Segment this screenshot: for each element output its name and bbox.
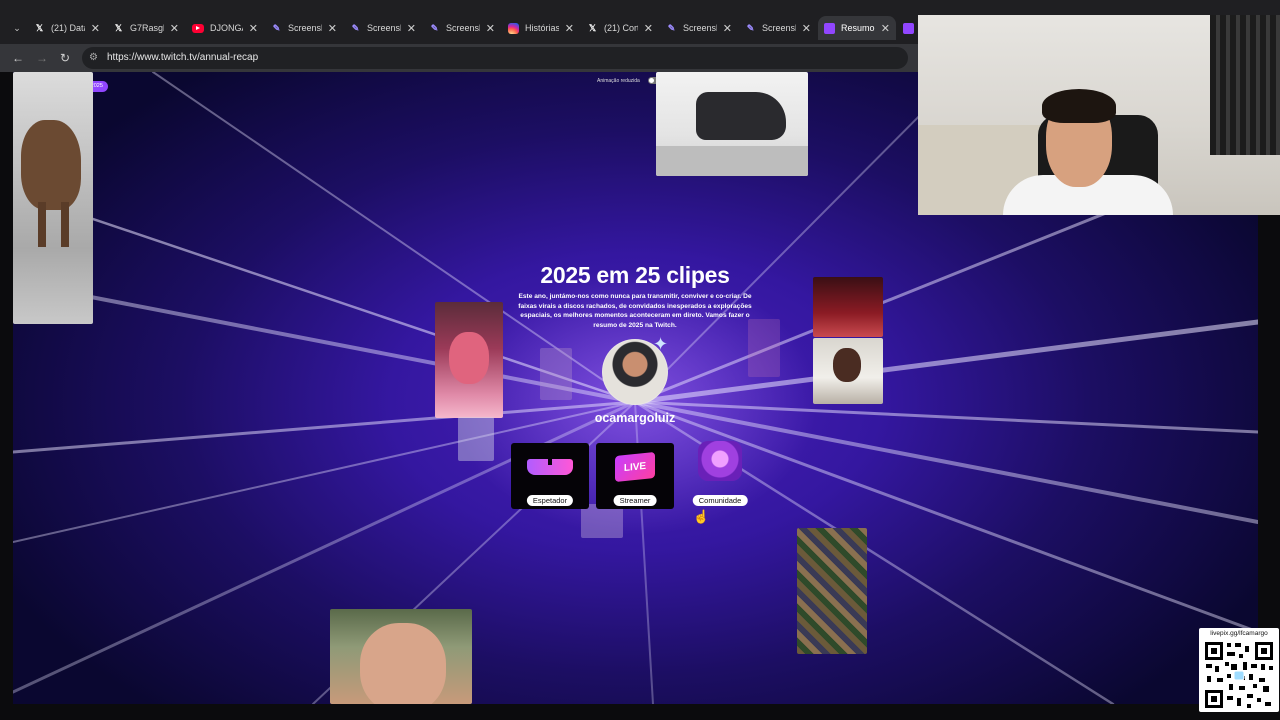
screen: ⌄ 𝕏 (21) Data ✕ 𝕏 G7Rasgh ✕ DJONGA ✕ ✎ S… <box>0 0 1280 720</box>
card-label: Comunidade <box>692 495 748 506</box>
reload-icon[interactable]: ↻ <box>57 50 73 66</box>
card-streamer[interactable]: LIVE Streamer <box>596 443 674 509</box>
feather-icon: ✎ <box>746 22 755 33</box>
curtain <box>1210 15 1280 155</box>
qr-code-icon <box>1203 640 1275 710</box>
twitch-icon <box>824 22 835 34</box>
tab-2[interactable]: 𝕏 G7Rasgh ✕ <box>107 16 185 40</box>
card-label: Streamer <box>613 495 657 506</box>
reduced-animation-toggle[interactable]: Animação reduzida <box>597 77 661 84</box>
feather-icon: ✎ <box>272 22 281 33</box>
card-comunidade[interactable]: Comunidade <box>681 441 759 509</box>
hand-cursor-icon: ☝ <box>693 509 710 524</box>
clip-thumbnail-faded[interactable] <box>581 504 623 538</box>
close-tab-icon[interactable]: ✕ <box>486 22 495 35</box>
clip-thumbnail-red-room[interactable] <box>813 277 883 337</box>
streamer-face <box>833 348 861 382</box>
close-tab-icon[interactable]: ✕ <box>170 22 179 35</box>
clip-thumbnail-crowd[interactable] <box>797 528 867 654</box>
tab-title: Resumo <box>841 23 875 33</box>
username: ocamargoluiz <box>594 411 676 425</box>
tab-title: DJONGA <box>210 23 243 33</box>
streamer-hair <box>1042 89 1116 123</box>
tab-title: Screensh <box>288 23 322 33</box>
tab-title: Histórias <box>525 23 559 33</box>
x-logo-icon: 𝕏 <box>35 22 44 33</box>
bison-leg <box>61 202 69 247</box>
tab-title: Screensh <box>683 23 717 33</box>
tab-title: Screensh <box>762 23 796 33</box>
youtube-icon <box>192 23 204 33</box>
shoe-figure <box>696 92 786 140</box>
back-arrow-icon[interactable]: ← <box>10 50 26 66</box>
qr-label: livepix.gg/lfcamargo <box>1210 630 1268 637</box>
tab-9[interactable]: ✎ Screensh ✕ <box>660 16 738 40</box>
tab-title: (21) Data <box>51 23 85 33</box>
bison-leg <box>38 202 46 247</box>
streamer-face <box>360 623 446 704</box>
tab-title: G7Rasgh <box>130 23 164 33</box>
tab-8[interactable]: 𝕏 (21) Cort ✕ <box>581 16 659 40</box>
x-logo-icon: 𝕏 <box>588 22 597 33</box>
url-input[interactable]: ⚙ https://www.twitch.tv/annual-recap <box>82 47 908 69</box>
clip-thumbnail-streamer[interactable] <box>813 338 883 404</box>
tab-1[interactable]: 𝕏 (21) Data ✕ <box>28 16 106 40</box>
x-logo-icon: 𝕏 <box>114 22 123 33</box>
close-tab-icon[interactable]: ✕ <box>565 22 574 35</box>
tab-title: (21) Cort <box>604 23 638 33</box>
instagram-icon <box>508 22 519 34</box>
forward-arrow-icon[interactable]: → <box>34 50 50 66</box>
recap-title: 2025 em 25 clipes <box>540 262 730 288</box>
streamer-face <box>449 332 489 384</box>
donation-qr-overlay: livepix.gg/lfcamargo <box>1199 628 1279 712</box>
sparkle-icon: ✦ <box>653 334 669 354</box>
close-tab-icon[interactable]: ✕ <box>881 22 890 35</box>
site-settings-icon[interactable]: ⚙ <box>89 52 101 64</box>
clip-thumbnail-shoe[interactable] <box>656 72 808 176</box>
bison-figure <box>21 120 81 210</box>
close-tab-icon[interactable]: ✕ <box>802 22 811 35</box>
twitch-icon <box>903 22 914 34</box>
webcam-overlay <box>918 15 1280 215</box>
clip-floor <box>656 146 808 176</box>
feather-icon: ✎ <box>430 22 439 33</box>
tab-3[interactable]: DJONGA ✕ <box>186 16 264 40</box>
card-espectador[interactable]: Espetador <box>511 443 589 509</box>
tab-12-partial[interactable] <box>897 16 917 40</box>
tab-4[interactable]: ✎ Screensh ✕ <box>265 16 343 40</box>
tab-7[interactable]: Histórias ✕ <box>502 16 580 40</box>
close-tab-icon[interactable]: ✕ <box>91 22 100 35</box>
recap-description: Este ano, juntámo-nos como nunca para tr… <box>518 293 752 329</box>
sunglasses-icon <box>527 453 573 481</box>
heart-crystal-icon <box>697 441 743 481</box>
card-label: Espetador <box>526 495 574 506</box>
feather-icon: ✎ <box>351 22 360 33</box>
reduced-animation-label: Animação reduzida <box>597 77 640 84</box>
clip-thumbnail-faded[interactable] <box>540 348 572 400</box>
close-tab-icon[interactable]: ✕ <box>328 22 337 35</box>
tab-6[interactable]: ✎ Screensh ✕ <box>423 16 501 40</box>
close-tab-icon[interactable]: ✕ <box>249 22 258 35</box>
address-bar-row: ← → ↻ ⚙ https://www.twitch.tv/annual-rec… <box>0 44 918 72</box>
feather-icon: ✎ <box>667 22 676 33</box>
tab-title: Screensh <box>367 23 401 33</box>
tab-search-chevron-icon[interactable]: ⌄ <box>8 19 26 37</box>
clip-thumbnail-man-closeup[interactable] <box>330 609 472 704</box>
tab-title: Screensh <box>446 23 480 33</box>
clip-thumbnail-bison[interactable] <box>13 72 93 324</box>
live-icon: LIVE <box>612 451 658 483</box>
close-tab-icon[interactable]: ✕ <box>644 22 653 35</box>
clip-thumbnail-pink-streamer[interactable] <box>435 302 503 418</box>
tab-5[interactable]: ✎ Screensh ✕ <box>344 16 422 40</box>
close-tab-icon[interactable]: ✕ <box>407 22 416 35</box>
tab-11-active[interactable]: Resumo ✕ <box>818 16 896 40</box>
close-tab-icon[interactable]: ✕ <box>723 22 732 35</box>
url-text: https://www.twitch.tv/annual-recap <box>107 52 259 63</box>
tab-10[interactable]: ✎ Screensh ✕ <box>739 16 817 40</box>
